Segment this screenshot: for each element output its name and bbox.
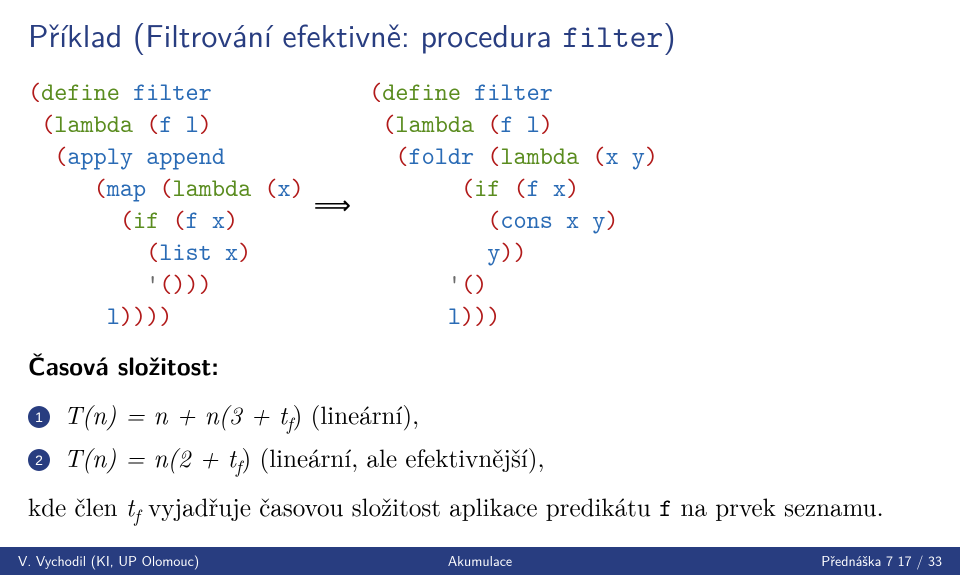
implies-arrow: ⟹	[304, 185, 369, 223]
title-prefix: Příklad (Filtrování efektivně: procedura	[28, 10, 562, 57]
footnote-post-a: vyjadřuje časovou složitost aplikace pre…	[140, 489, 659, 524]
footnote-pre: kde člen	[28, 489, 126, 524]
footnote-post-b: na prvek seznamu.	[672, 489, 883, 524]
footnote: kde člen t f vyjadřuje časovou složitost …	[28, 489, 932, 528]
code-columns: (define filter (lambda (f l) (apply appe…	[28, 76, 932, 332]
footnote-math: t	[126, 489, 134, 524]
slide-title: Příklad (Filtrování efektivně: procedura…	[28, 10, 932, 58]
slide: Příklad (Filtrování efektivně: procedura…	[0, 0, 960, 575]
code-left: (define filter (lambda (f l) (apply appe…	[28, 76, 304, 332]
footer-mid: Akumulace	[326, 551, 634, 571]
enum-number: 1	[28, 406, 50, 428]
code-right: (define filter (lambda (f l) (foldr (lam…	[369, 76, 658, 332]
footer-bar: V. Vychodil (KI, UP Olomouc) Akumulace P…	[0, 547, 960, 575]
title-code: filter	[562, 15, 663, 58]
enumeration: 1 T(n) = n + n(3 + tf) (lineární), 2 T(n) =…	[28, 397, 932, 479]
enum-text: T(n) = n(2 + tf) (lineární, ale efektivn…	[64, 440, 544, 479]
footer-left: V. Vychodil (KI, UP Olomouc)	[0, 551, 326, 571]
enum-item: 1 T(n) = n + n(3 + tf) (lineární),	[28, 397, 932, 436]
complexity-heading: Časová složitost:	[28, 348, 932, 383]
enum-text: T(n) = n + n(3 + tf) (lineární),	[64, 397, 419, 436]
title-suffix: )	[663, 10, 675, 57]
enum-item: 2 T(n) = n(2 + tf) (lineární, ale efektiv…	[28, 440, 932, 479]
footer-right: Přednáška 7 17 / 33	[634, 551, 960, 571]
footnote-code: f	[659, 491, 672, 524]
enum-number: 2	[28, 449, 50, 471]
